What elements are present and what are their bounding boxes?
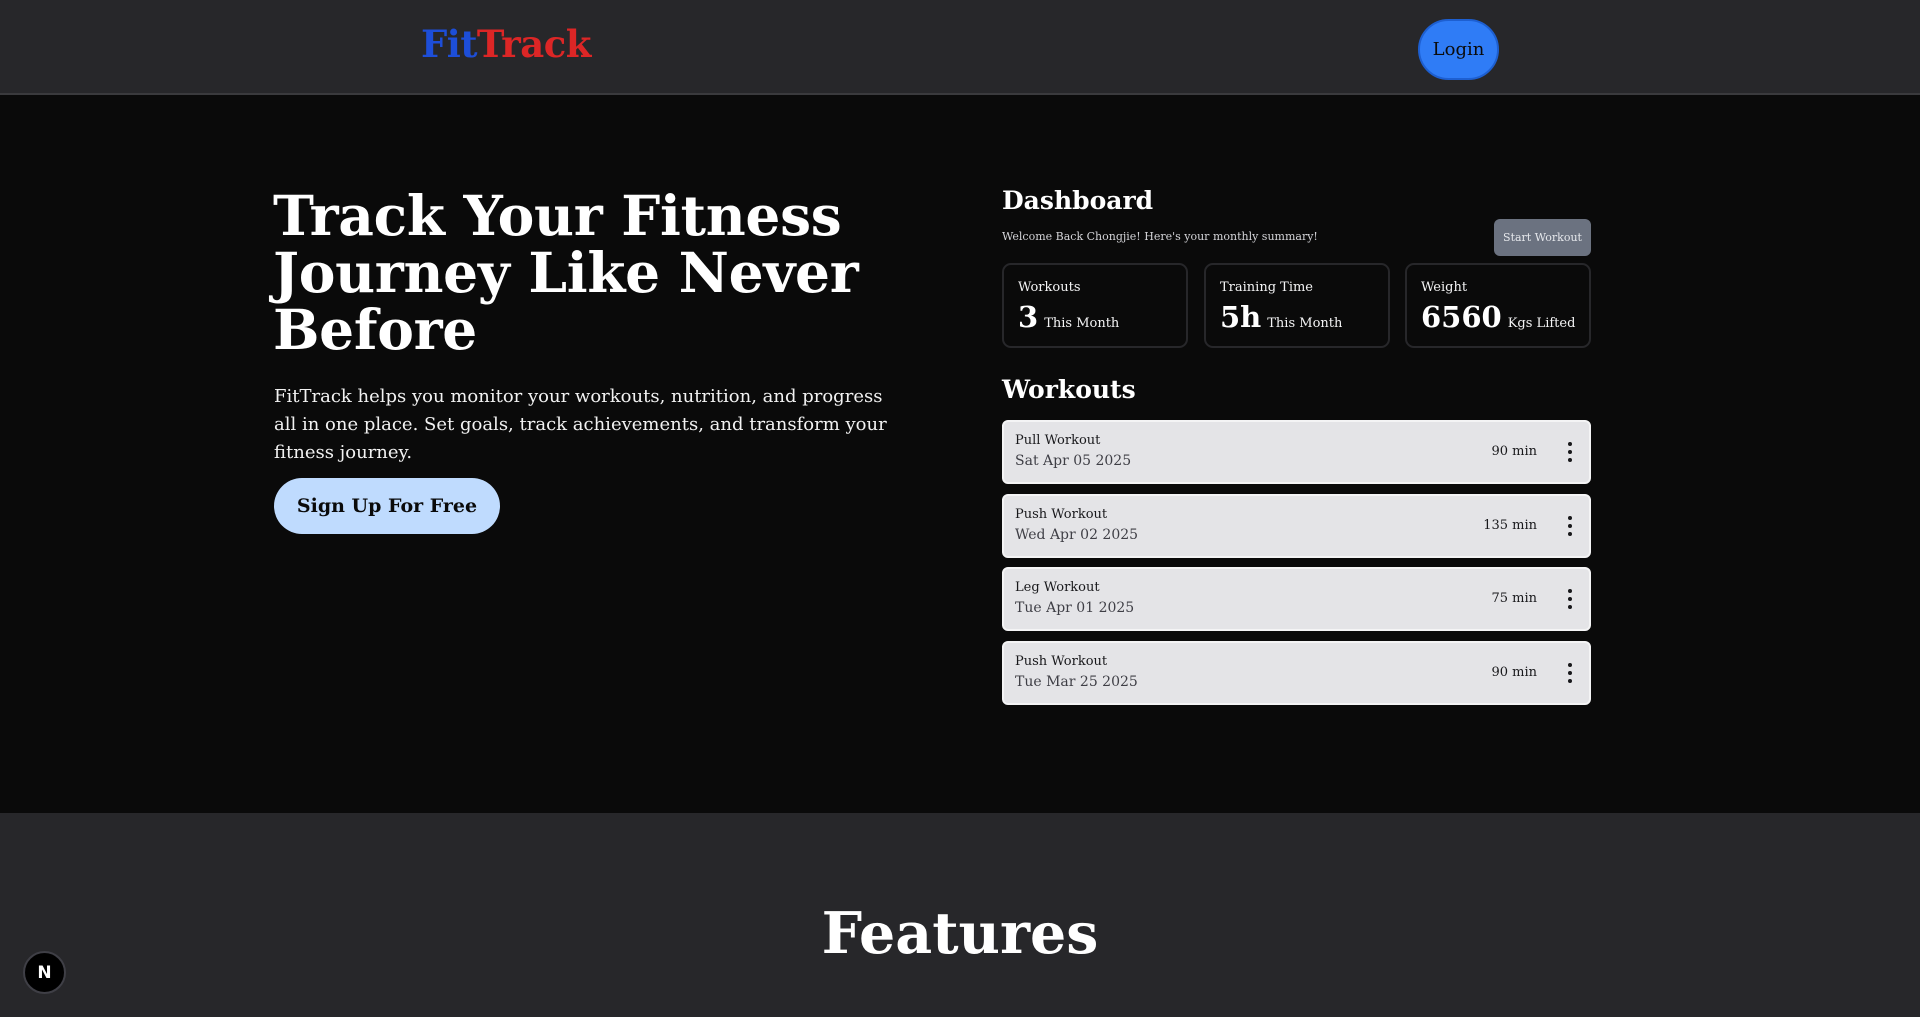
- workout-duration: 75 min: [1491, 591, 1537, 606]
- stat-value-container: 6560 Kgs Lifted: [1421, 300, 1575, 334]
- login-button[interactable]: Login: [1418, 19, 1499, 80]
- workout-item[interactable]: Pull Workout Sat Apr 05 2025 90 min: [1002, 420, 1591, 484]
- logo-fit-text: Fit: [421, 22, 477, 66]
- stat-value: 5h: [1220, 300, 1262, 334]
- workout-date: Tue Mar 25 2025: [1015, 674, 1138, 690]
- dashboard-title: Dashboard: [1002, 186, 1154, 215]
- stat-card-weight: Weight 6560 Kgs Lifted: [1405, 263, 1591, 348]
- stat-value-container: 3 This Month: [1018, 300, 1119, 334]
- stat-label: Workouts: [1018, 280, 1081, 295]
- features-section: Features: [0, 813, 1920, 1017]
- more-vertical-icon[interactable]: [1565, 516, 1575, 536]
- workout-name: Push Workout: [1015, 507, 1108, 522]
- workout-duration: 135 min: [1483, 518, 1537, 533]
- logo-track-text: Track: [476, 22, 591, 66]
- navbar: FitTrack Login: [0, 0, 1920, 95]
- workouts-title: Workouts: [1002, 375, 1136, 404]
- hero-title: Track Your Fitness Journey Like Never Be…: [273, 183, 859, 362]
- stat-value: 6560: [1421, 300, 1502, 334]
- workout-item[interactable]: Push Workout Wed Apr 02 2025 135 min: [1002, 494, 1591, 558]
- hero-description: FitTrack helps you monitor your workouts…: [274, 386, 887, 463]
- workout-duration: 90 min: [1491, 444, 1537, 459]
- workout-date: Sat Apr 05 2025: [1015, 453, 1132, 469]
- stat-unit: Kgs Lifted: [1507, 316, 1576, 331]
- stat-card-training-time: Training Time 5h This Month: [1204, 263, 1390, 348]
- more-vertical-icon[interactable]: [1565, 442, 1575, 462]
- start-workout-button[interactable]: Start Workout: [1494, 219, 1591, 256]
- stat-value-container: 5h This Month: [1220, 300, 1342, 334]
- signup-button[interactable]: Sign Up For Free: [274, 478, 500, 534]
- workout-name: Leg Workout: [1015, 580, 1100, 595]
- workout-item[interactable]: Push Workout Tue Mar 25 2025 90 min: [1002, 641, 1591, 705]
- more-vertical-icon[interactable]: [1565, 663, 1575, 683]
- features-title: Features: [821, 900, 1099, 967]
- stat-card-workouts: Workouts 3 This Month: [1002, 263, 1188, 348]
- stat-unit: This Month: [1044, 316, 1120, 331]
- nextjs-dev-badge[interactable]: N: [23, 951, 66, 994]
- dashboard-subtitle: Welcome Back Chongjie! Here's your month…: [1002, 230, 1318, 243]
- stat-value: 3: [1018, 300, 1039, 334]
- workout-name: Push Workout: [1015, 654, 1108, 669]
- stat-unit: This Month: [1267, 316, 1343, 331]
- more-vertical-icon[interactable]: [1565, 589, 1575, 609]
- workout-date: Wed Apr 02 2025: [1015, 527, 1139, 543]
- hero-section: Track Your Fitness Journey Like Never Be…: [0, 97, 1920, 813]
- workout-name: Pull Workout: [1015, 433, 1101, 448]
- badge-letter: N: [37, 962, 52, 983]
- stat-label: Training Time: [1220, 280, 1313, 295]
- workout-duration: 90 min: [1491, 665, 1537, 680]
- workout-item[interactable]: Leg Workout Tue Apr 01 2025 75 min: [1002, 567, 1591, 631]
- logo[interactable]: FitTrack: [421, 22, 591, 66]
- workout-date: Tue Apr 01 2025: [1015, 600, 1135, 616]
- stat-label: Weight: [1421, 280, 1468, 295]
